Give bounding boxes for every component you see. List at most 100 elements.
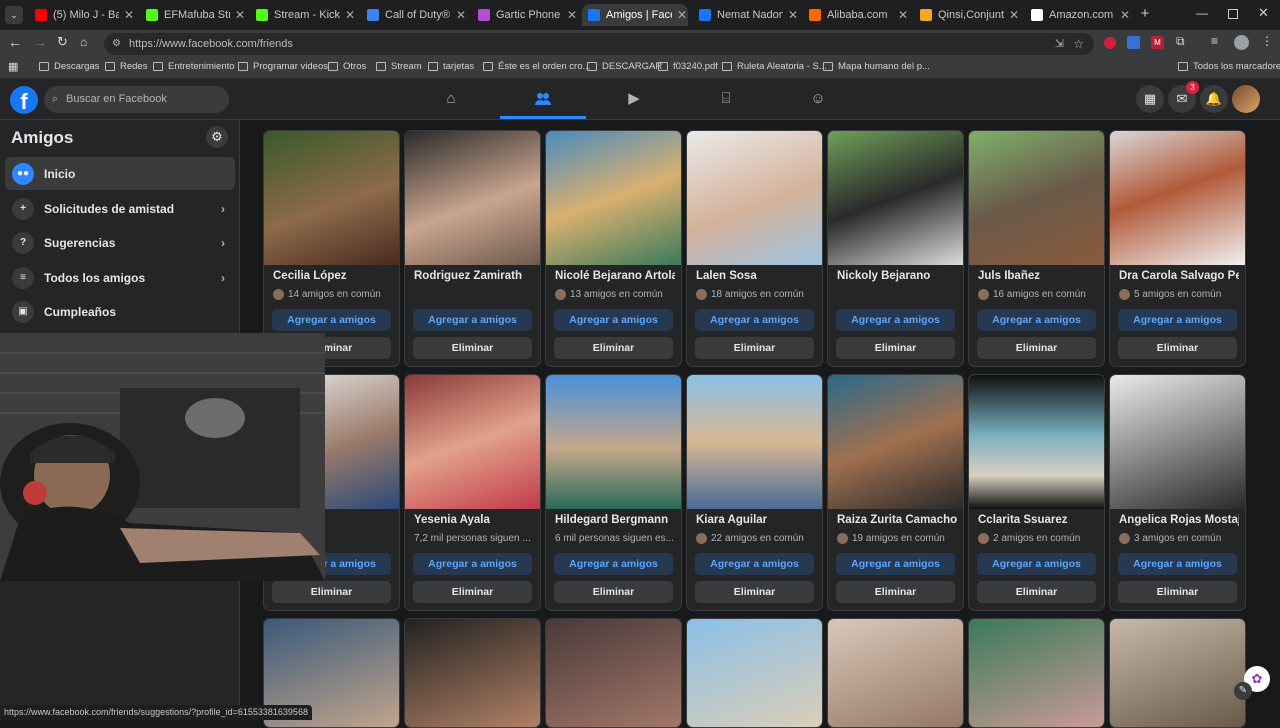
bookmark-item[interactable]: f03240.pdf <box>658 61 718 72</box>
sidebar-item[interactable]: ▣ Cumpleaños <box>5 295 235 328</box>
profile-photo[interactable] <box>969 375 1104 509</box>
reload-icon[interactable]: ↻ <box>57 34 68 50</box>
install-app-icon[interactable]: ⇲ <box>1055 33 1064 55</box>
sidebar-item[interactable]: + Solicitudes de amistad › <box>5 192 235 225</box>
apps-grid-icon[interactable]: ▦ <box>8 60 18 73</box>
card-name[interactable]: Angelica Rojas Mostajo <box>1119 514 1239 526</box>
new-tab-button[interactable]: + <box>1136 5 1154 23</box>
nav-friends-icon[interactable] <box>531 87 555 111</box>
bookmark-item[interactable]: Stream <box>376 61 422 72</box>
nav-marketplace-icon[interactable]: ⌸ <box>714 87 738 111</box>
browser-tab[interactable]: Stream - Kick Das ✕ <box>250 4 356 26</box>
remove-button[interactable]: Eliminar <box>413 337 532 359</box>
profile-photo[interactable] <box>828 619 963 727</box>
friend-suggestion-card[interactable]: Nicolé Bejarano Artola 13 amigos en común… <box>545 130 682 367</box>
friend-suggestion-card[interactable] <box>827 618 964 728</box>
friend-suggestion-card[interactable]: Juls Ibañez 16 amigos en común Agregar a a… <box>968 130 1105 367</box>
bookmark-item[interactable]: Programar videos <box>238 61 328 72</box>
card-name[interactable]: Nickoly Bejarano <box>837 270 957 282</box>
friend-suggestion-card[interactable]: Dra Carola Salvago Peri 5 amigos en común… <box>1109 130 1246 367</box>
friend-suggestion-card[interactable]: Angelica Rojas Mostajo 3 amigos en común A… <box>1109 374 1246 611</box>
bookmark-item[interactable]: Entretenimiento <box>153 61 235 72</box>
extension-red-icon[interactable] <box>1104 37 1116 49</box>
friend-suggestion-card[interactable]: Lalen Sosa 18 amigos en común Agregar a am… <box>686 130 823 367</box>
add-friend-button[interactable]: Agregar a amigos <box>554 309 673 331</box>
bookmark-item[interactable]: Mapa humano del p... <box>823 61 930 72</box>
remove-button[interactable]: Eliminar <box>1118 337 1237 359</box>
messenger-button[interactable]: ✉ 3 <box>1168 81 1199 113</box>
profile-photo[interactable] <box>687 619 822 727</box>
bookmark-item[interactable]: Otros <box>328 61 366 72</box>
bookmark-star-icon[interactable]: ☆ <box>1073 33 1084 55</box>
account-avatar[interactable] <box>1232 85 1260 113</box>
bookmark-item[interactable]: tarjetas <box>428 61 474 72</box>
profile-photo[interactable] <box>405 619 540 727</box>
bookmark-item[interactable]: DESCARGAR <box>587 61 662 72</box>
back-icon[interactable]: ← <box>8 34 22 50</box>
profile-photo[interactable] <box>264 131 399 265</box>
add-friend-button[interactable]: Agregar a amigos <box>413 553 532 575</box>
search-input[interactable]: ⌕ Buscar en Facebook <box>44 86 229 113</box>
add-friend-button[interactable]: Agregar a amigos <box>836 309 955 331</box>
friend-suggestion-card[interactable] <box>404 618 541 728</box>
profile-photo[interactable] <box>969 619 1104 727</box>
browser-tab[interactable]: Call of Duty®: Bla ✕ <box>361 4 467 26</box>
profile-photo[interactable] <box>687 375 822 509</box>
tab-close-icon[interactable]: ✕ <box>897 8 909 22</box>
nav-video-icon[interactable]: ▶ <box>622 87 646 111</box>
friend-suggestion-card[interactable]: Hildegard Bergmann 6 mil personas siguen … <box>545 374 682 611</box>
friend-suggestion-card[interactable]: Cecilia López 14 amigos en común Agregar a… <box>263 130 400 367</box>
friend-suggestion-card[interactable]: Raiza Zurita Camacho 19 amigos en común Ag… <box>827 374 964 611</box>
friend-suggestion-card[interactable] <box>545 618 682 728</box>
maximize-button[interactable] <box>1228 9 1238 19</box>
browser-tab[interactable]: Amigos | Facebook ✕ <box>582 4 688 26</box>
new-message-icon[interactable]: ✎ <box>1234 682 1252 700</box>
profile-photo[interactable] <box>687 131 822 265</box>
friend-suggestion-card[interactable] <box>1109 618 1246 728</box>
bookmark-item[interactable]: Redes <box>105 61 147 72</box>
notifications-bell-button[interactable]: 🔔 <box>1200 85 1228 113</box>
media-control-icon[interactable]: ≡ <box>1211 34 1218 48</box>
extensions-puzzle-icon[interactable]: ⧉ <box>1176 34 1185 49</box>
tab-close-icon[interactable]: ✕ <box>676 8 688 22</box>
card-name[interactable]: Hildegard Bergmann <box>555 514 675 526</box>
remove-button[interactable]: Eliminar <box>977 581 1096 603</box>
settings-gear-icon[interactable]: ⚙ <box>206 126 228 148</box>
profile-icon[interactable] <box>1234 35 1249 50</box>
friend-suggestion-card[interactable]: Nickoly Bejarano Agregar a amigos Eliminar <box>827 130 964 367</box>
remove-button[interactable]: Eliminar <box>695 337 814 359</box>
card-name[interactable]: Lalen Sosa <box>696 270 816 282</box>
tab-close-icon[interactable]: ✕ <box>1008 8 1020 22</box>
browser-tab[interactable]: Alibaba.com ✕ <box>803 4 909 26</box>
add-friend-button[interactable]: Agregar a amigos <box>272 309 391 331</box>
card-name[interactable]: Rodriguez Zamirath <box>414 270 534 282</box>
sidebar-item[interactable]: ≡ Todos los amigos › <box>5 261 235 294</box>
translate-extension-icon[interactable] <box>1127 36 1140 49</box>
friend-suggestion-card[interactable] <box>968 618 1105 728</box>
nav-groups-icon[interactable]: ☺ <box>806 87 830 111</box>
add-friend-button[interactable]: Agregar a amigos <box>977 553 1096 575</box>
card-name[interactable]: Juls Ibañez <box>978 270 1098 282</box>
browser-tab[interactable]: EFMafuba Stream ✕ <box>140 4 246 26</box>
tab-close-icon[interactable]: ✕ <box>787 8 799 22</box>
profile-photo[interactable] <box>969 131 1104 265</box>
remove-button[interactable]: Eliminar <box>413 581 532 603</box>
home-icon[interactable]: ⌂ <box>80 35 87 49</box>
friend-suggestion-card[interactable]: Yesenia Ayala 7,2 mil personas siguen ...… <box>404 374 541 611</box>
browser-tab[interactable]: Gartic Phone - Tel ✕ <box>472 4 578 26</box>
profile-photo[interactable] <box>546 619 681 727</box>
close-window-button[interactable]: ✕ <box>1258 5 1269 21</box>
minimize-button[interactable]: — <box>1196 6 1208 20</box>
remove-button[interactable]: Eliminar <box>554 337 673 359</box>
tab-close-icon[interactable]: ✕ <box>455 8 467 22</box>
extension-m-icon[interactable]: M <box>1151 36 1164 49</box>
tab-close-icon[interactable]: ✕ <box>234 8 246 22</box>
add-friend-button[interactable]: Agregar a amigos <box>413 309 532 331</box>
add-friend-button[interactable]: Agregar a amigos <box>1118 553 1237 575</box>
profile-photo[interactable] <box>1110 619 1245 727</box>
remove-button[interactable]: Eliminar <box>695 581 814 603</box>
remove-button[interactable]: Eliminar <box>836 337 955 359</box>
add-friend-button[interactable]: Agregar a amigos <box>977 309 1096 331</box>
card-name[interactable]: Cclarita Ssuarez <box>978 514 1098 526</box>
all-bookmarks-folder[interactable]: Todos los marcadores <box>1178 61 1280 72</box>
